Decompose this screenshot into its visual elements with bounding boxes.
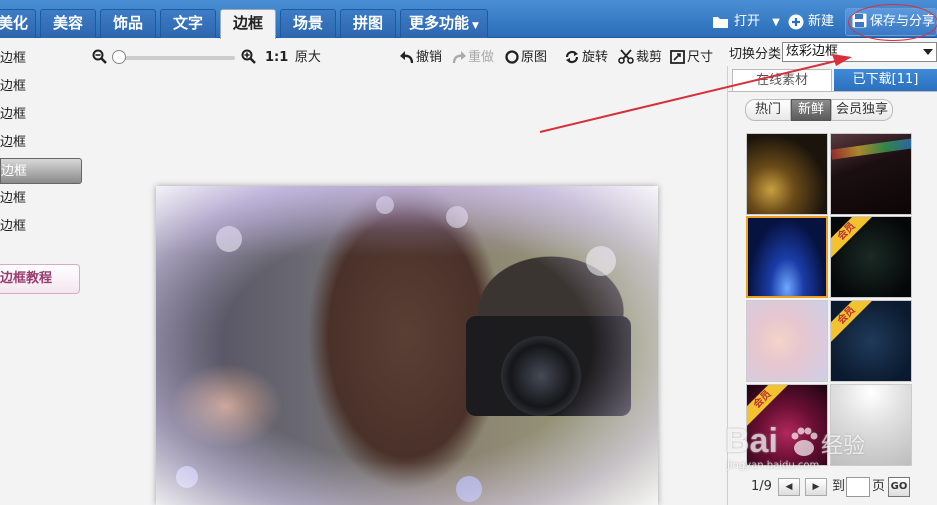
border-tutorial-button[interactable]: 边框教程 — [0, 264, 80, 294]
border-thumbnail[interactable]: 会员 — [830, 216, 912, 298]
sidebar-item-border[interactable]: 边框 — [0, 102, 82, 128]
sidebar-item-border[interactable]: 边框 — [0, 46, 82, 72]
canvas-photo[interactable] — [156, 186, 658, 505]
tab-border[interactable]: 边框 — [220, 9, 276, 39]
resize-icon — [670, 50, 685, 64]
dropdown-arrow-icon — [923, 49, 933, 55]
tab-online-materials[interactable]: 在线素材 — [732, 69, 832, 91]
colorful-border-overlay — [156, 186, 658, 505]
original-size-label: 原大 — [294, 50, 321, 65]
actual-size-button[interactable]: 1:1 原大 — [265, 49, 321, 67]
circle-icon — [505, 50, 519, 64]
segment-vip-only[interactable]: 会员独享 — [831, 99, 893, 121]
border-thumbnail[interactable] — [830, 384, 912, 466]
zoom-out-icon — [92, 49, 107, 64]
sidebar-item-border-active[interactable]: 边框 — [0, 158, 82, 184]
scissors-icon — [618, 49, 634, 64]
zoom-in-icon — [241, 49, 256, 64]
vip-badge: 会员 — [831, 301, 875, 344]
tab-text[interactable]: 文字 — [160, 9, 216, 38]
zoom-slider-thumb[interactable] — [112, 50, 126, 64]
border-thumbnail[interactable] — [746, 300, 828, 382]
goto-label: 到 — [832, 479, 846, 494]
vip-badge: 会员 — [831, 217, 875, 260]
prev-page-button[interactable]: ◀ — [778, 478, 800, 496]
crop-label: 裁剪 — [636, 50, 663, 65]
rotate-icon — [565, 50, 579, 64]
redo-icon — [452, 51, 466, 64]
next-page-button[interactable]: ▶ — [805, 478, 827, 496]
tab-more-features[interactable]: 更多功能 ▼ — [400, 9, 488, 38]
vip-badge: 会员 — [747, 385, 791, 428]
original-label: 原图 — [521, 50, 548, 65]
folder-icon — [713, 16, 728, 28]
zoom-out-button[interactable] — [92, 49, 109, 67]
rotate-label: 旋转 — [582, 50, 609, 65]
sidebar-item-border[interactable]: 边框 — [0, 186, 82, 212]
plus-circle-icon — [788, 14, 804, 29]
border-thumbnail[interactable]: 会员 — [746, 384, 828, 466]
crop-button[interactable]: 裁剪 — [618, 49, 662, 67]
sidebar-item-border[interactable]: 边框 — [0, 74, 82, 100]
tab-accessories[interactable]: 饰品 — [100, 9, 156, 38]
redo-button[interactable]: 重做 — [452, 49, 494, 67]
go-button[interactable]: GO — [888, 477, 910, 497]
resize-button[interactable]: 尺寸 — [670, 49, 713, 67]
category-select-value: 炫彩边框 — [786, 44, 839, 59]
triangle-right-icon: ▶ — [812, 482, 820, 492]
zoom-ratio-label: 1:1 — [265, 50, 289, 65]
border-thumbnail-selected[interactable] — [746, 216, 828, 298]
border-thumbnail[interactable] — [830, 133, 912, 215]
undo-button[interactable]: 撤销 — [400, 49, 442, 67]
new-label: 新建 — [808, 14, 835, 29]
category-select[interactable]: 炫彩边框 — [782, 42, 937, 62]
open-button[interactable]: 打开 ▼ — [712, 12, 780, 32]
original-image-button[interactable]: 原图 — [505, 49, 547, 67]
redo-label: 重做 — [468, 50, 495, 65]
sidebar-item-border[interactable]: 边框 — [0, 214, 82, 240]
tab-scene[interactable]: 场景 — [280, 9, 336, 38]
chevron-down-icon: ▼ — [772, 17, 780, 28]
zoom-slider-track[interactable] — [114, 56, 235, 60]
tab-downloaded[interactable]: 已下载[11] — [834, 69, 937, 91]
tab-makeup[interactable]: 美容 — [40, 9, 96, 38]
floppy-disk-icon — [852, 13, 867, 28]
sidebar-item-border[interactable]: 边框 — [0, 130, 82, 156]
page-unit-label: 页 — [872, 479, 886, 494]
page-number-input[interactable] — [846, 477, 870, 497]
segment-fresh[interactable]: 新鲜 — [791, 99, 831, 121]
undo-label: 撤销 — [416, 50, 443, 65]
save-share-button[interactable]: 保存与分享 — [845, 8, 937, 36]
rotate-button[interactable]: 旋转 — [564, 49, 608, 67]
tab-more-label: 更多功能 — [409, 14, 470, 32]
undo-icon — [400, 51, 414, 64]
resize-label: 尺寸 — [687, 50, 714, 65]
open-label: 打开 — [734, 14, 761, 29]
segment-popular[interactable]: 热门 — [745, 99, 791, 121]
panel-divider — [727, 66, 728, 505]
rainbow-streak-shape — [831, 138, 911, 160]
zoom-in-button[interactable] — [241, 49, 258, 67]
new-button[interactable]: 新建 — [788, 12, 834, 32]
switch-category-label: 切换分类 — [729, 47, 782, 62]
border-thumbnail[interactable] — [746, 133, 828, 215]
border-thumbnail[interactable]: 会员 — [830, 300, 912, 382]
tab-beautify[interactable]: 美化 — [0, 9, 36, 38]
tab-divider — [728, 91, 937, 92]
page-indicator: 1/9 — [751, 479, 772, 494]
save-share-label: 保存与分享 — [870, 14, 936, 29]
tab-collage[interactable]: 拼图 — [340, 9, 396, 38]
chevron-down-icon: ▼ — [472, 21, 479, 31]
triangle-left-icon: ◀ — [785, 482, 793, 492]
